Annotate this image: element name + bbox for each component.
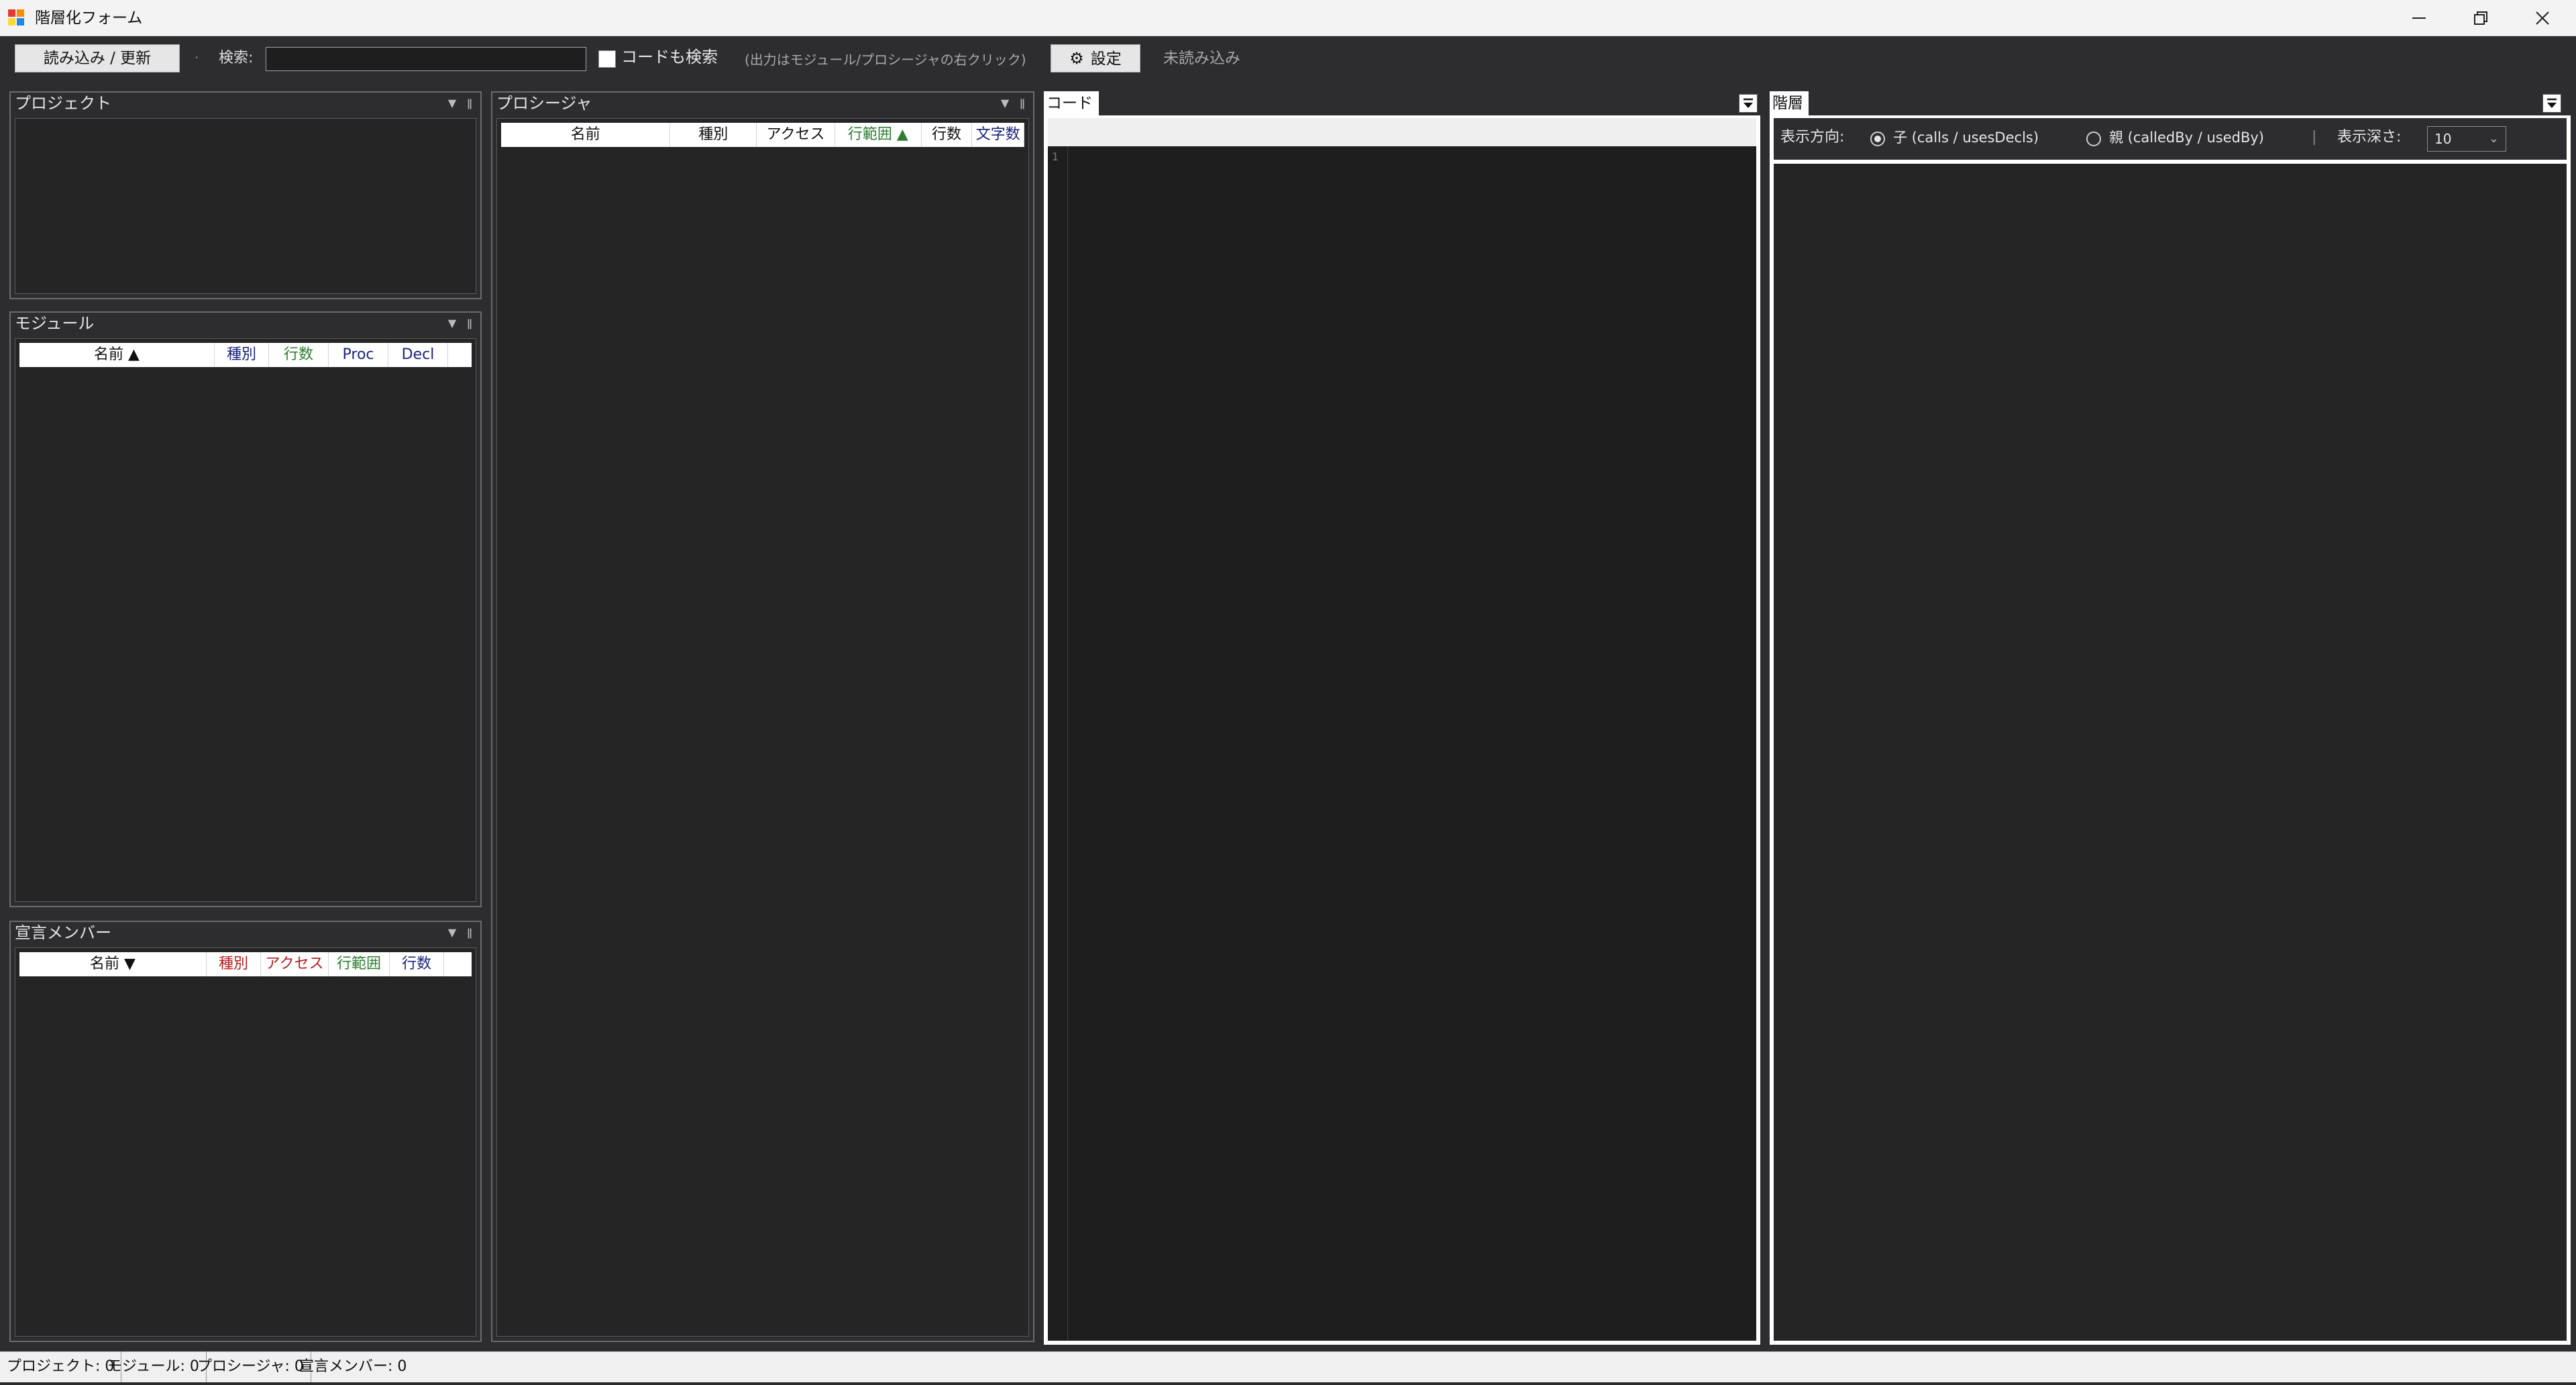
depth-select[interactable]: 10 ⌄	[2427, 126, 2506, 152]
procedure-panel: プロシージャ ▼ ǁ 名前 種別 アクセス 行範囲 ▲ 行数 文字数	[491, 91, 1034, 1342]
column-header-lines[interactable]: 行数	[922, 123, 973, 147]
project-panel: プロジェクト ▼ ǁ	[9, 91, 482, 299]
project-panel-title: プロジェクト	[15, 94, 111, 113]
gear-icon: ⚙	[1069, 49, 1084, 68]
app-icon	[8, 9, 25, 27]
module-panel: モジュール ▼ ǁ 名前 ▲ 種別 行数 Proc Decl	[9, 311, 482, 907]
module-list[interactable]: 名前 ▲ 種別 行数 Proc Decl	[15, 338, 476, 902]
line-number: 1	[1052, 150, 1059, 163]
chevron-down-icon: ⌄	[2488, 132, 2499, 146]
decl-list-header: 名前 ▼ 種別 アクセス 行範囲 行数	[19, 952, 472, 976]
column-header-lines[interactable]: 行数	[269, 343, 329, 367]
load-refresh-button[interactable]: 読み込み / 更新	[15, 44, 180, 72]
settings-button[interactable]: ⚙ 設定	[1051, 44, 1140, 72]
procedure-list-header: 名前 種別 アクセス 行範囲 ▲ 行数 文字数	[501, 123, 1024, 147]
search-label: 検索:	[219, 50, 254, 66]
code-toolbar-strip	[1048, 118, 1756, 146]
export-hint: (出力はモジュール/プロシージャの右クリック)	[745, 52, 1026, 68]
project-tree[interactable]	[15, 118, 476, 294]
code-search-checkbox[interactable]	[598, 50, 616, 68]
column-header-line-range[interactable]: 行範囲	[329, 952, 390, 976]
column-header-access[interactable]: アクセス	[757, 123, 836, 147]
column-header-type[interactable]: 種別	[207, 952, 261, 976]
column-header-chars[interactable]: 文字数	[972, 123, 1024, 147]
column-header-lines[interactable]: 行数	[390, 952, 444, 976]
child-direction-label[interactable]: 子 (calls / usesDecls)	[1893, 126, 2039, 149]
depth-label: 表示深さ:	[2337, 129, 2402, 146]
menu-dropdown-icon	[1743, 98, 1753, 108]
module-panel-title: モジュール	[15, 314, 95, 333]
pin-icon[interactable]: ǁ	[467, 317, 472, 329]
restore-icon	[2474, 11, 2487, 25]
close-icon	[2536, 11, 2549, 25]
pin-icon[interactable]: ǁ	[467, 97, 472, 109]
pin-icon[interactable]: ǁ	[467, 926, 472, 939]
column-header-type[interactable]: 種別	[670, 123, 757, 147]
minimize-button[interactable]	[2388, 0, 2450, 36]
column-header-name[interactable]: 名前	[501, 123, 671, 147]
depth-value: 10	[2434, 131, 2452, 147]
window-bottom-edge	[0, 1382, 2576, 1385]
column-header-name[interactable]: 名前 ▲	[19, 343, 215, 367]
menu-dropdown-icon	[2547, 98, 2557, 108]
code-editor[interactable]	[1068, 146, 1756, 1341]
panel-dropdown-icon[interactable]: ▼	[448, 317, 456, 329]
decl-panel-title: 宣言メンバー	[15, 923, 111, 942]
search-input[interactable]	[266, 47, 586, 71]
decl-member-panel: 宣言メンバー ▼ ǁ 名前 ▼ 種別 アクセス 行範囲 行数	[9, 921, 482, 1342]
hierarchy-tree[interactable]	[1774, 164, 2567, 1341]
panel-dropdown-icon[interactable]: ▼	[1001, 97, 1009, 109]
restore-button[interactable]	[2450, 0, 2512, 36]
status-decl-members: 宣言メンバー: 0	[299, 1358, 407, 1375]
parent-direction-label[interactable]: 親 (calledBy / usedBy)	[2109, 126, 2264, 149]
tab-code[interactable]: コード	[1044, 91, 1099, 115]
toolbar-separator: ·	[195, 50, 199, 66]
settings-label: 設定	[1090, 50, 1122, 68]
direction-label: 表示方向:	[1780, 129, 1845, 146]
column-header-line-range[interactable]: 行範囲 ▲	[835, 123, 922, 147]
column-header-access[interactable]: アクセス	[261, 952, 329, 976]
procedure-panel-title: プロシージャ	[496, 94, 592, 113]
title-bar	[0, 0, 2576, 36]
module-list-header: 名前 ▲ 種別 行数 Proc Decl	[19, 343, 472, 367]
column-header-name[interactable]: 名前 ▼	[19, 952, 207, 976]
code-menu-button[interactable]	[1739, 94, 1758, 113]
window-title: 階層化フォーム	[35, 9, 143, 27]
load-status: 未読み込み	[1163, 50, 1240, 67]
line-number-gutter: 1	[1048, 146, 1068, 1341]
parent-direction-radio[interactable]	[2086, 132, 2101, 146]
hierarchy-menu-button[interactable]	[2542, 94, 2561, 113]
code-search-label[interactable]: コードも検索	[621, 46, 718, 68]
tab-hierarchy[interactable]: 階層	[1770, 91, 1809, 115]
hierarchy-divider: |	[2312, 129, 2317, 146]
column-header-decl[interactable]: Decl	[388, 343, 448, 367]
panel-dropdown-icon[interactable]: ▼	[448, 97, 456, 109]
panel-dropdown-icon[interactable]: ▼	[448, 926, 456, 939]
child-direction-radio[interactable]	[1870, 132, 1885, 146]
column-header-proc[interactable]: Proc	[329, 343, 388, 367]
decl-member-list[interactable]: 名前 ▼ 種別 アクセス 行範囲 行数	[15, 947, 476, 1337]
pin-icon[interactable]: ǁ	[1020, 97, 1025, 109]
column-header-type[interactable]: 種別	[215, 343, 269, 367]
procedure-list[interactable]: 名前 種別 アクセス 行範囲 ▲ 行数 文字数	[496, 118, 1029, 1337]
close-button[interactable]	[2512, 0, 2573, 36]
minimize-icon	[2412, 17, 2426, 19]
